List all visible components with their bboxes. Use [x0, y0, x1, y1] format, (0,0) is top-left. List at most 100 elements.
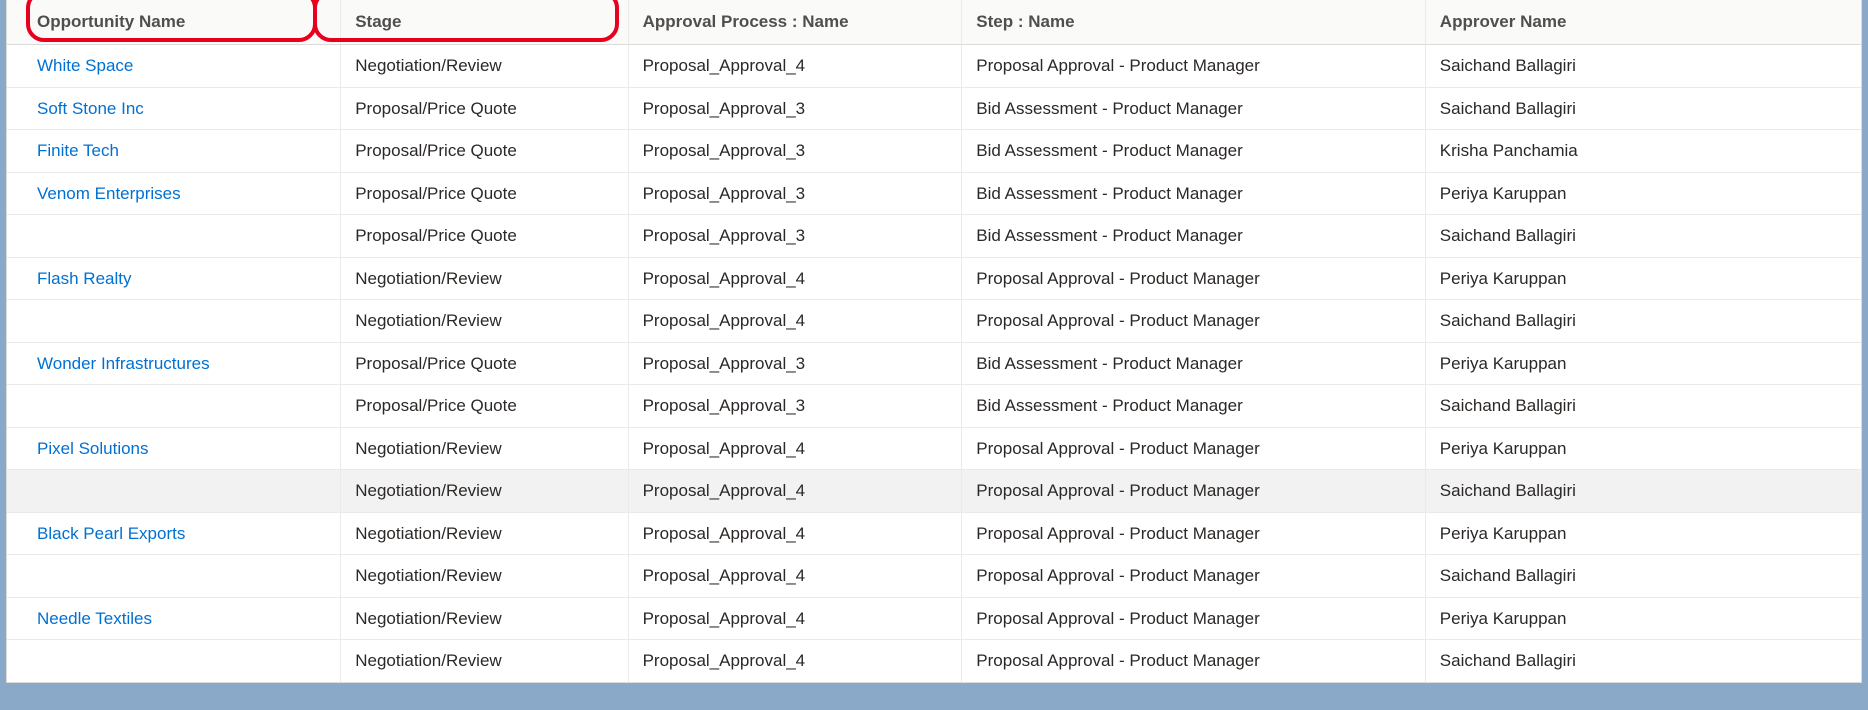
cell-process-text: Proposal_Approval_4 [643, 311, 806, 330]
cell-stage: Proposal/Price Quote [341, 215, 628, 258]
table-row[interactable]: Negotiation/Review Proposal_Approval_4 Pro… [7, 470, 1861, 513]
cell-stage: Negotiation/Review [341, 257, 628, 300]
cell-stage: Negotiation/Review [341, 512, 628, 555]
cell-approver-text: Saichand Ballagiri [1440, 481, 1576, 500]
cell-step-text: Bid Assessment - Product Manager [976, 396, 1242, 415]
cell-process-text: Proposal_Approval_4 [643, 481, 806, 500]
cell-approver-text: Saichand Ballagiri [1440, 651, 1576, 670]
cell-approver: Saichand Ballagiri [1425, 470, 1861, 513]
table-row[interactable]: Black Pearl ExportsNegotiation/ReviewPro… [7, 512, 1861, 555]
cell-approver-text: Saichand Ballagiri [1440, 566, 1576, 585]
opportunity-link[interactable]: Venom Enterprises [37, 184, 181, 203]
cell-stage-text: Negotiation/Review [355, 481, 501, 500]
opportunity-link[interactable]: Flash Realty [37, 269, 131, 288]
cell-approver-text: Periya Karuppan [1440, 609, 1567, 628]
cell-step: Bid Assessment - Product Manager [962, 385, 1426, 428]
cell-process-text: Proposal_Approval_3 [643, 226, 806, 245]
table-row[interactable]: Soft Stone IncProposal/Price QuotePropos… [7, 87, 1861, 130]
cell-opportunity: Black Pearl Exports [7, 512, 341, 555]
cell-process: Proposal_Approval_4 [628, 300, 962, 343]
cell-step: Bid Assessment - Product Manager [962, 172, 1426, 215]
table-row[interactable]: Wonder Infrastructures Proposal/Price Quo… [7, 342, 1861, 385]
cell-approver-text: Saichand Ballagiri [1440, 56, 1576, 75]
cell-stage: Negotiation/Review [341, 555, 628, 598]
cell-process-text: Proposal_Approval_4 [643, 439, 806, 458]
cell-step-text: Bid Assessment - Product Manager [976, 226, 1242, 245]
cell-step-text: Proposal Approval - Product Manager [976, 481, 1260, 500]
cell-step-text: Bid Assessment - Product Manager [976, 141, 1242, 160]
cell-process: Proposal_Approval_4 [628, 512, 962, 555]
cell-step: Proposal Approval - Product Manager [962, 427, 1426, 470]
cell-stage-text: Proposal/Price Quote [355, 354, 517, 373]
opportunity-link[interactable]: Pixel Solutions [37, 439, 149, 458]
cell-step: Proposal Approval - Product Manager [962, 597, 1426, 640]
report-table: Opportunity Name Stage Approval Process … [7, 0, 1861, 682]
cell-process: Proposal_Approval_4 [628, 427, 962, 470]
table-body: White SpaceNegotiation/ReviewProposal_Ap… [7, 45, 1861, 682]
cell-approver: Periya Karuppan [1425, 257, 1861, 300]
table-row[interactable]: Needle Textiles Negotiation/Review Proposa… [7, 597, 1861, 640]
opportunity-link[interactable]: Wonder Infrastructures [37, 354, 210, 373]
cell-step: Bid Assessment - Product Manager [962, 342, 1426, 385]
table-row[interactable]: Negotiation/ReviewProposal_Approval_4Pro… [7, 555, 1861, 598]
cell-process: Proposal_Approval_4 [628, 257, 962, 300]
opportunity-link[interactable]: Black Pearl Exports [37, 524, 185, 543]
table-row[interactable]: Flash Realty Negotiation/ReviewProposal_A… [7, 257, 1861, 300]
cell-approver-text: Periya Karuppan [1440, 354, 1567, 373]
cell-approver: Periya Karuppan [1425, 597, 1861, 640]
cell-stage: Proposal/Price Quote [341, 385, 628, 428]
opportunity-link[interactable]: Needle Textiles [37, 609, 152, 628]
table-row[interactable]: Proposal/Price Quote Proposal_Approval_3 B… [7, 385, 1861, 428]
table-row[interactable]: Negotiation/Review Proposal_Approval_4 Pro… [7, 300, 1861, 343]
cell-stage: Proposal/Price Quote [341, 130, 628, 173]
cell-opportunity: Pixel Solutions [7, 427, 341, 470]
cell-approver: Saichand Ballagiri [1425, 640, 1861, 682]
cell-approver: Saichand Ballagiri [1425, 45, 1861, 88]
cell-step: Proposal Approval - Product Manager [962, 640, 1426, 682]
cell-approver-text: Saichand Ballagiri [1440, 311, 1576, 330]
col-header-step[interactable]: Step : Name [962, 0, 1426, 45]
cell-stage-text: Negotiation/Review [355, 311, 501, 330]
cell-step: Bid Assessment - Product Manager [962, 215, 1426, 258]
cell-opportunity: Wonder Infrastructures [7, 342, 341, 385]
cell-process: Proposal_Approval_3 [628, 130, 962, 173]
cell-stage: Proposal/Price Quote [341, 87, 628, 130]
cell-approver-text: Periya Karuppan [1440, 524, 1567, 543]
cell-stage-text: Proposal/Price Quote [355, 184, 517, 203]
report-table-container: Opportunity Name Stage Approval Process … [6, 0, 1862, 683]
cell-opportunity: Flash Realty [7, 257, 341, 300]
col-header-opportunity[interactable]: Opportunity Name [7, 0, 341, 45]
table-row[interactable]: Proposal/Price Quote Proposal_Approval_3 B… [7, 215, 1861, 258]
opportunity-link[interactable]: Finite Tech [37, 141, 119, 160]
cell-opportunity [7, 555, 341, 598]
col-header-stage[interactable]: Stage [341, 0, 628, 45]
col-header-approver[interactable]: Approver Name [1425, 0, 1861, 45]
table-row[interactable]: White SpaceNegotiation/ReviewProposal_Ap… [7, 45, 1861, 88]
table-row[interactable]: Pixel SolutionsNegotiation/ReviewProposa… [7, 427, 1861, 470]
cell-step-text: Proposal Approval - Product Manager [976, 311, 1260, 330]
cell-approver-text: Krisha Panchamia [1440, 141, 1578, 160]
table-header: Opportunity Name Stage Approval Process … [7, 0, 1861, 45]
cell-process-text: Proposal_Approval_3 [643, 396, 806, 415]
cell-step-text: Proposal Approval - Product Manager [976, 566, 1260, 585]
table-row[interactable]: Venom EnterprisesProposal/Price QuotePro… [7, 172, 1861, 215]
cell-stage: Negotiation/Review [341, 597, 628, 640]
cell-approver: Periya Karuppan [1425, 342, 1861, 385]
cell-approver: Periya Karuppan [1425, 512, 1861, 555]
cell-step: Proposal Approval - Product Manager [962, 45, 1426, 88]
col-header-process[interactable]: Approval Process : Name [628, 0, 962, 45]
cell-stage: Negotiation/Review [341, 300, 628, 343]
opportunity-link[interactable]: White Space [37, 56, 133, 75]
cell-step-text: Proposal Approval - Product Manager [976, 524, 1260, 543]
cell-approver-text: Saichand Ballagiri [1440, 396, 1576, 415]
table-row[interactable]: Negotiation/ReviewProposal_Approval_4Pro… [7, 640, 1861, 682]
cell-stage-text: Proposal/Price Quote [355, 99, 517, 118]
cell-opportunity [7, 640, 341, 682]
table-row[interactable]: Finite Tech Proposal/Price QuoteProposal_… [7, 130, 1861, 173]
cell-step-text: Proposal Approval - Product Manager [976, 651, 1260, 670]
col-header-label: Stage [355, 12, 401, 31]
cell-step: Proposal Approval - Product Manager [962, 300, 1426, 343]
opportunity-link[interactable]: Soft Stone Inc [37, 99, 144, 118]
cell-step-text: Bid Assessment - Product Manager [976, 99, 1242, 118]
cell-opportunity: Venom Enterprises [7, 172, 341, 215]
